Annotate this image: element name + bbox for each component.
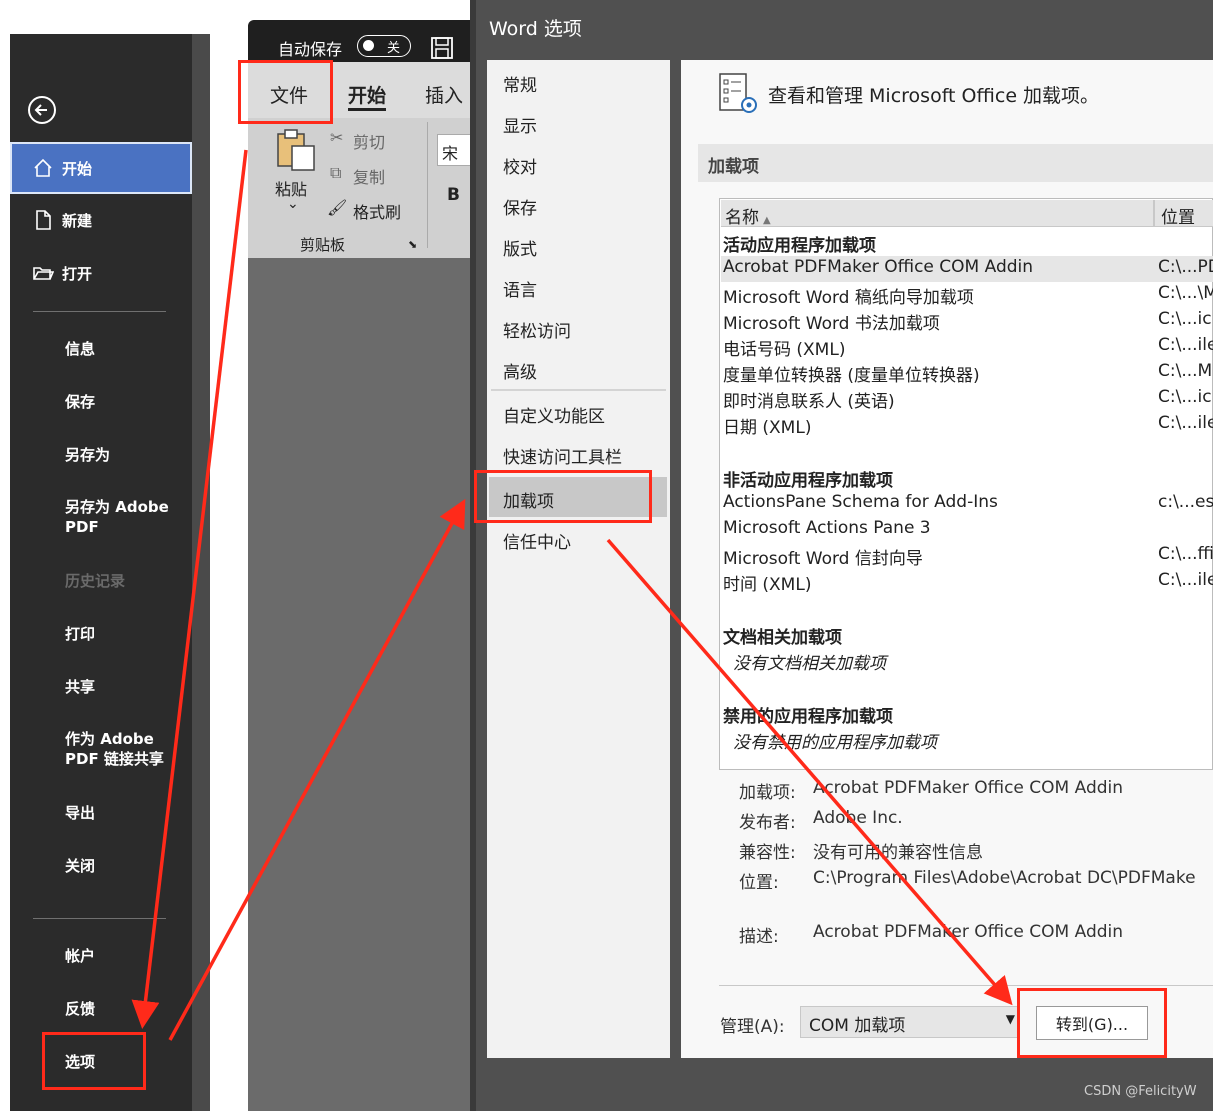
arrow-options-to-addins [168,498,466,1041]
arrow-file-to-options [131,149,248,1029]
arrow-addins-to-goto [606,538,1013,1006]
annotation-arrows [131,149,1013,1041]
